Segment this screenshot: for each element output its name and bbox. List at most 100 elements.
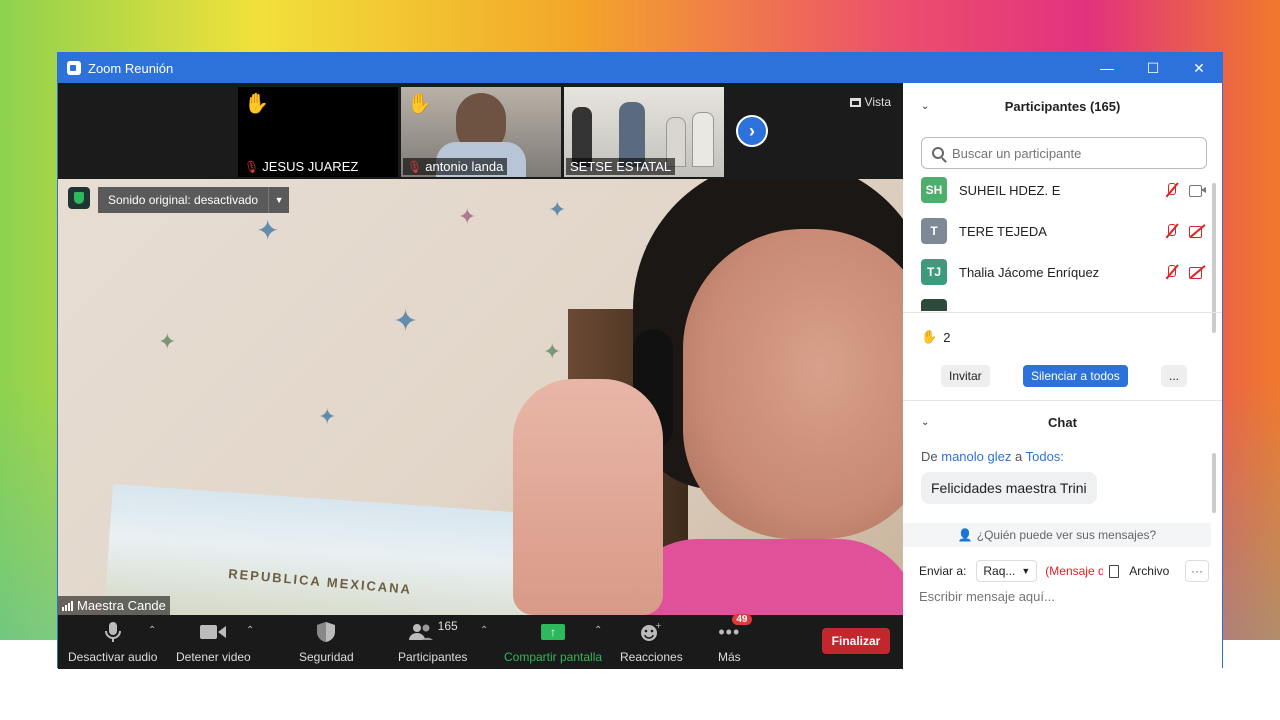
maximize-button[interactable]: ☐ [1130, 53, 1176, 83]
video-options-caret[interactable]: ⌃ [246, 625, 254, 636]
recipient-name: Todos: [1025, 449, 1064, 464]
participants-button[interactable]: 165 Participantes [398, 619, 468, 664]
participants-options-caret[interactable]: ⌃ [480, 625, 488, 636]
participant-status-icons [1163, 265, 1205, 279]
window-title: Zoom Reunión [88, 60, 174, 76]
window-controls: — ☐ ✕ [1084, 53, 1222, 83]
divider [903, 400, 1222, 401]
from-mid: a [1014, 449, 1023, 464]
avatar: TJ [921, 259, 947, 285]
video-thumbnail[interactable]: ✋ 🎙 JESUS JUAREZ [238, 87, 398, 177]
participant-name: TERE TEJEDA [959, 223, 1047, 239]
recipient-value: Raq... [983, 564, 1016, 578]
participants-label: Participantes [398, 650, 468, 664]
wall-butterfly: ✦ [256, 215, 280, 246]
recipient-select[interactable]: Raq... ▼ [976, 560, 1038, 582]
smiley-add-icon: + [640, 620, 662, 644]
from-prefix: De [921, 449, 938, 464]
chevron-down-icon[interactable]: ▼ [268, 187, 289, 213]
speaker-hand [513, 379, 663, 615]
reactions-label: Reacciones [620, 650, 683, 664]
video-area: ✋ 🎙 JESUS JUAREZ ✋ 🎙 antonio landa SETSE… [58, 83, 903, 669]
file-button[interactable]: Archivo [1129, 564, 1169, 578]
audio-options-caret[interactable]: ⌃ [148, 625, 156, 636]
search-input[interactable] [952, 145, 1192, 161]
collapse-chevron-icon[interactable]: ⌄ [921, 417, 929, 428]
chat-more-button[interactable]: ··· [1185, 560, 1209, 582]
chat-message-input[interactable] [919, 589, 1209, 604]
chat-title: Chat [1048, 414, 1077, 430]
encryption-shield-icon[interactable] [68, 187, 90, 209]
divider [903, 312, 1222, 313]
view-button[interactable]: Vista [849, 95, 891, 109]
participants-scrollbar[interactable] [1212, 183, 1216, 333]
participant-row[interactable]: SH SUHEIL HDEZ. E [921, 175, 1211, 205]
mute-all-button[interactable]: Silenciar a todos [1023, 365, 1128, 387]
stop-video-button[interactable]: Detener video [176, 620, 251, 664]
participant-row[interactable] [921, 297, 1211, 311]
more-label: Más [718, 650, 741, 664]
mute-audio-button[interactable]: Desactivar audio [68, 620, 157, 664]
sender-name[interactable]: manolo glez [941, 449, 1011, 464]
file-icon[interactable] [1109, 564, 1120, 578]
mic-muted-icon [1163, 265, 1179, 279]
collapse-chevron-icon[interactable]: ⌄ [921, 101, 929, 112]
share-screen-button[interactable]: ↑ Compartir pantalla [504, 620, 602, 664]
video-thumbnail[interactable]: ✋ 🎙 antonio landa [401, 87, 561, 177]
participant-search[interactable] [921, 137, 1207, 169]
main-video[interactable]: ✦ ✦ ✦ ✦ ✦ ✦ ✦ ✦ REPUBLICA MEXICANA Sonid… [58, 179, 903, 615]
audio-label: Desactivar audio [68, 650, 158, 664]
grid-view-icon [849, 97, 861, 107]
video-off-icon [1189, 265, 1205, 279]
chat-sender-line: De manolo glez a Todos: [921, 449, 1064, 464]
mic-muted-icon [1163, 183, 1179, 197]
wall-butterfly: ✦ [548, 197, 567, 222]
security-label: Seguridad [299, 650, 354, 664]
participant-status-icons [1163, 183, 1206, 197]
who-can-see-link[interactable]: 👤 ¿Quién puede ver sus mensajes? [903, 523, 1211, 547]
video-off-icon [1189, 224, 1205, 238]
video-label: Detener video [176, 650, 251, 664]
thumbnail-name: SETSE ESTATAL [570, 159, 672, 174]
participant-row[interactable]: T TERE TEJEDA [921, 216, 1211, 246]
who-sees-label: ¿Quién puede ver sus mensajes? [976, 528, 1157, 542]
avatar [921, 299, 947, 311]
original-sound-toggle[interactable]: Sonido original: desactivado ▼ [98, 187, 290, 213]
wall-butterfly: ✦ [458, 204, 477, 229]
mic-muted-icon: 🎙 [407, 159, 423, 174]
chat-message: Felicidades maestra Trini [921, 472, 1097, 504]
notification-badge: 49 [732, 614, 752, 625]
send-options: Enviar a: Raq... ▼ (Mensaje d Archivo ··… [919, 559, 1209, 583]
raised-hands-count: ✋ 2 [921, 329, 950, 345]
people-icon: 👤 [957, 528, 973, 542]
close-button[interactable]: ✕ [1176, 53, 1222, 83]
zoom-logo-icon [67, 61, 81, 75]
more-button[interactable]: ••• 49 Más [718, 614, 752, 664]
avatar: T [921, 218, 947, 244]
speaker-face [683, 229, 903, 539]
speaker-name: Maestra Cande [77, 598, 166, 613]
participants-more-button[interactable]: ... [1161, 365, 1188, 387]
raised-hand-icon: ✋ [921, 329, 938, 344]
participants-title: Participantes (165) [1004, 98, 1121, 114]
search-icon [932, 147, 944, 159]
chat-scrollbar[interactable] [1212, 453, 1216, 513]
video-thumbnail[interactable]: SETSE ESTATAL [564, 87, 724, 177]
share-options-caret[interactable]: ⌃ [594, 625, 602, 636]
minimize-button[interactable]: — [1084, 53, 1130, 83]
thumbnail-label: SETSE ESTATAL [566, 158, 676, 175]
svg-text:+: + [655, 622, 662, 630]
participant-row[interactable]: TJ Thalia Jácome Enríquez [921, 257, 1211, 287]
share-screen-icon: ↑ [541, 624, 566, 640]
wall-butterfly: ✦ [318, 404, 337, 429]
next-page-button[interactable]: › [736, 115, 768, 147]
title-bar: Zoom Reunión — ☐ ✕ [58, 53, 1222, 83]
wall-butterfly: ✦ [393, 305, 419, 338]
invite-button[interactable]: Invitar [941, 365, 990, 387]
security-button[interactable]: Seguridad [299, 620, 354, 664]
wall-butterfly: ✦ [158, 329, 177, 354]
thumbnail-name: JESUS JUAREZ [262, 159, 359, 174]
end-meeting-button[interactable]: Finalizar [822, 628, 890, 654]
side-panel: ⌄ Participantes (165) SH SUHEIL HDEZ. E … [903, 83, 1222, 669]
reactions-button[interactable]: + Reacciones [620, 620, 683, 664]
